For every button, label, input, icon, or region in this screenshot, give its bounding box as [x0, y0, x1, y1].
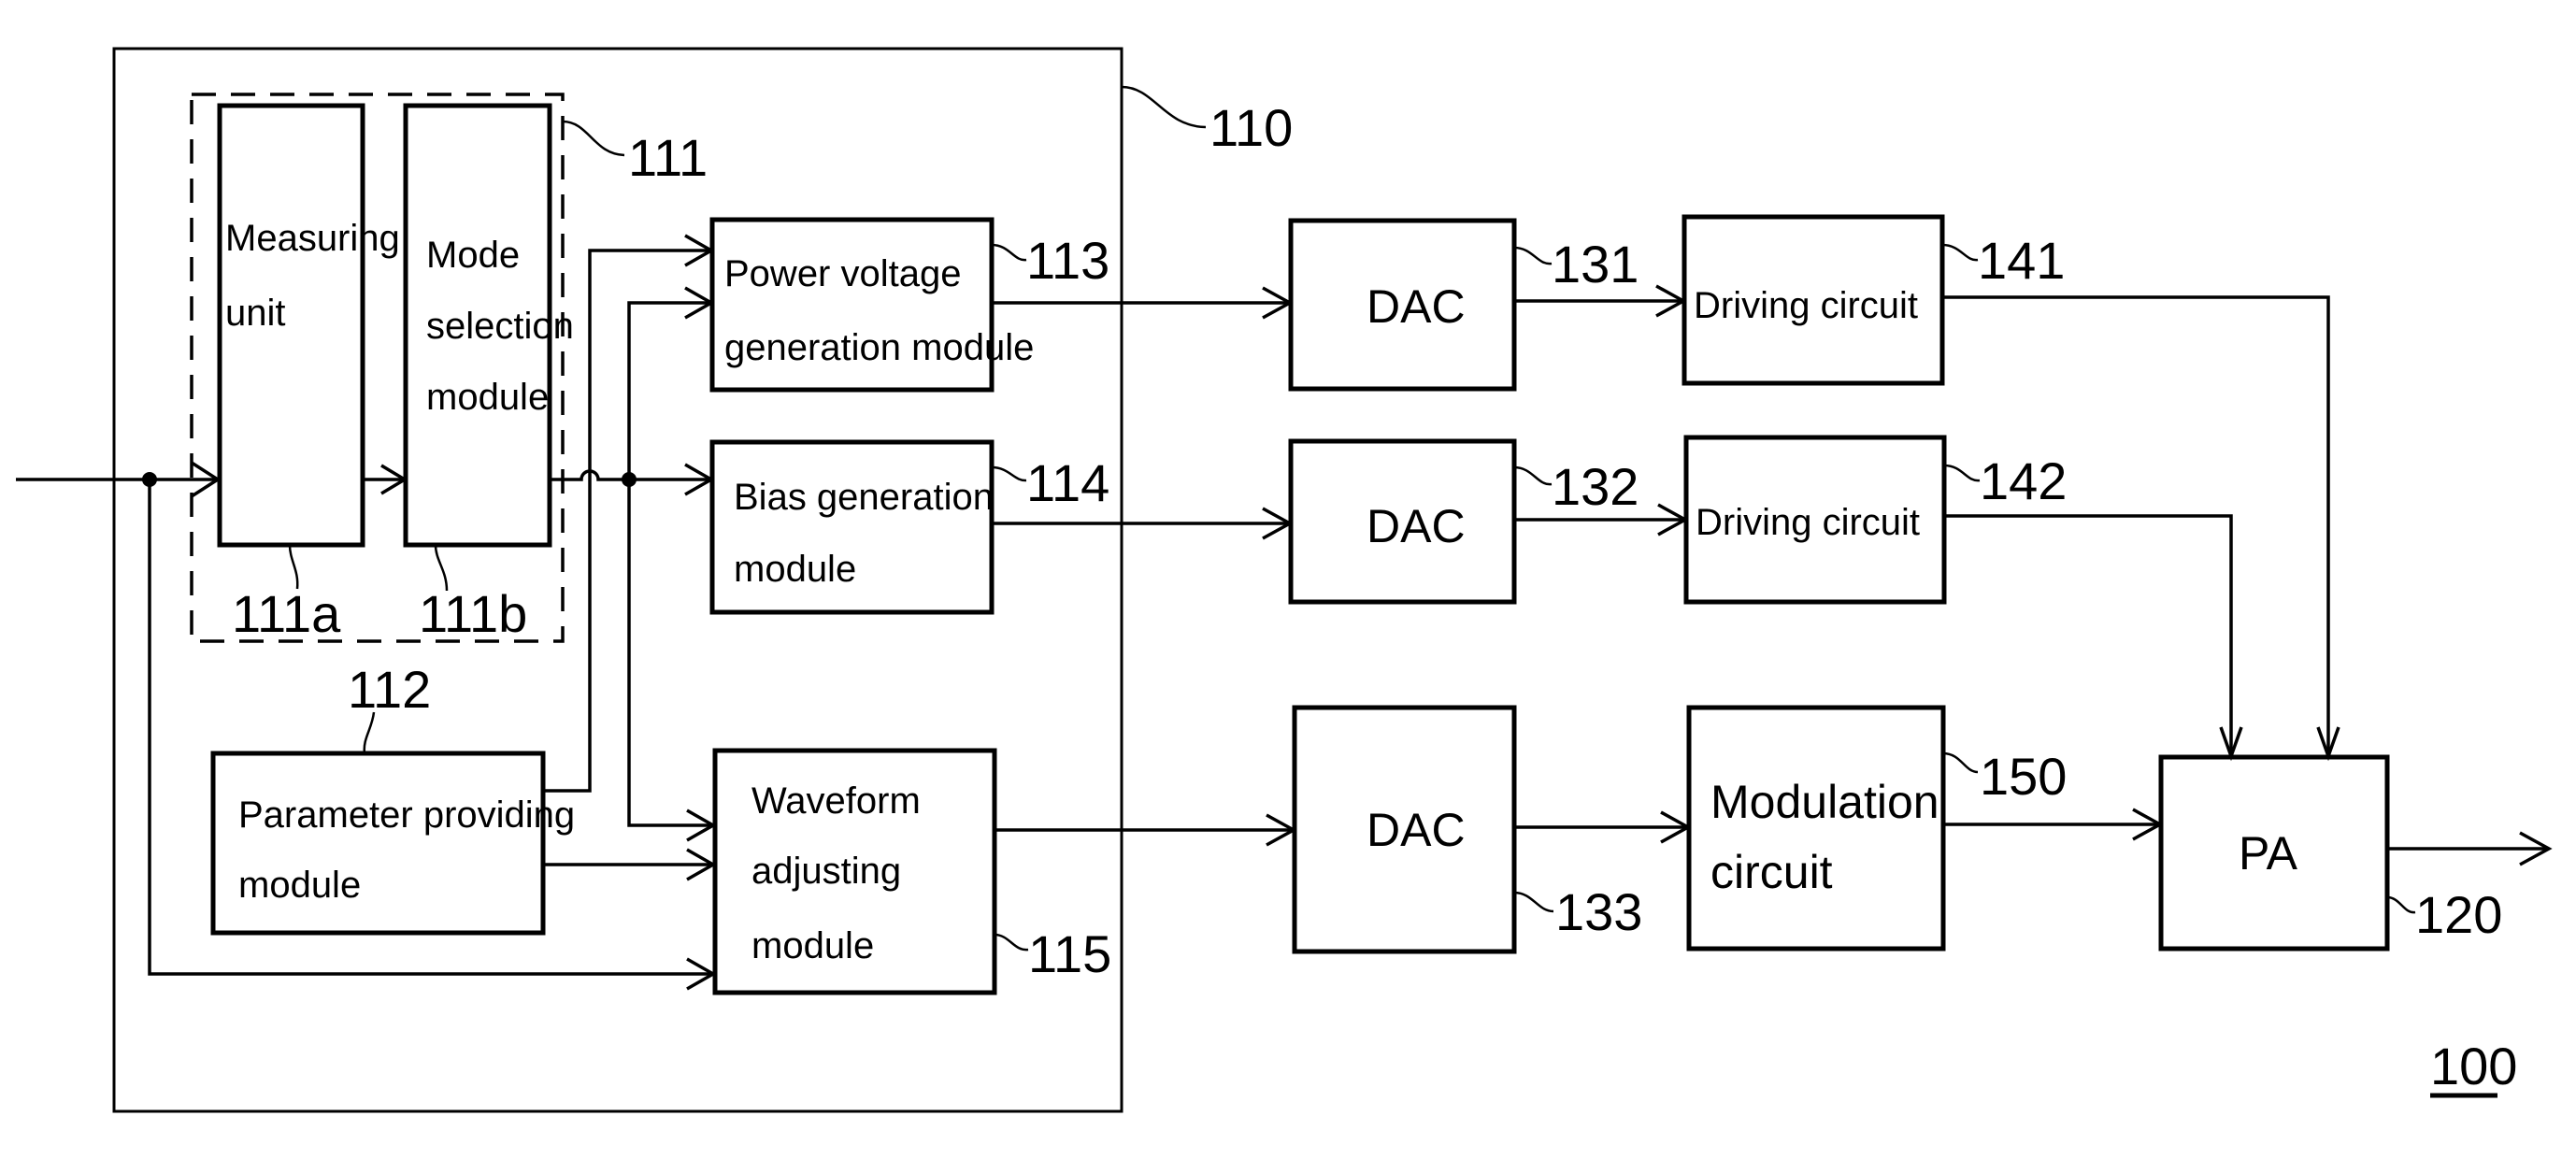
modulation-circuit-label-1: Modulation [1710, 776, 1939, 828]
ref-110: 110 [1209, 98, 1293, 157]
leader-142 [1943, 464, 1981, 482]
parameter-providing-label-2: module [238, 865, 361, 906]
parameter-providing-block: Parameter providing module [210, 751, 575, 936]
leader-110 [1121, 85, 1207, 129]
bias-generation-label-1: Bias generation [734, 477, 994, 518]
leader-113 [991, 243, 1027, 262]
modulation-circuit-block: Modulation circuit [1686, 705, 1946, 952]
figure-ref-100: 100 [2430, 1037, 2517, 1095]
wire-drive142-to-pa [1944, 514, 2233, 755]
wire-drive141-to-pa [1942, 295, 2330, 755]
waveform-adjusting-label-1: Waveform [751, 780, 921, 822]
mode-selection-label-1: Mode [426, 235, 520, 276]
ref-150: 150 [1980, 747, 2067, 806]
waveform-adjusting-label-2: adjusting [751, 851, 901, 892]
ref-131: 131 [1552, 235, 1639, 293]
ref-142: 142 [1980, 451, 2067, 510]
ref-112: 112 [348, 660, 431, 719]
pa-block: PA [2158, 754, 2390, 952]
dac-131-label: DAC [1367, 280, 1466, 333]
bias-generation-label-2: module [734, 549, 856, 590]
leader-133 [1513, 891, 1554, 913]
leader-111 [562, 120, 625, 157]
block-diagram: 110 111 Measuring unit 111a Mode selecti… [16, 47, 2553, 1113]
leader-120 [2386, 895, 2416, 914]
leader-111a [288, 544, 299, 590]
measuring-unit-label-1: Measuring [225, 218, 400, 259]
power-voltage-label-1: Power voltage [724, 253, 961, 294]
modulation-circuit-label-2: circuit [1710, 846, 1833, 898]
mode-selection-block: Mode selection module [403, 103, 574, 548]
leader-132 [1513, 465, 1553, 486]
mode-selection-label-3: module [426, 377, 549, 418]
dac-132-block: DAC [1288, 438, 1517, 605]
bias-generation-block: Bias generation module [709, 439, 995, 615]
dac-131-block: DAC [1288, 218, 1517, 392]
dac-133-label: DAC [1367, 804, 1466, 856]
waveform-adjusting-label-3: module [751, 925, 874, 966]
dac-132-label: DAC [1367, 500, 1466, 552]
ref-141: 141 [1978, 231, 2065, 290]
mode-selection-label-2: selection [426, 306, 574, 347]
leader-115 [994, 933, 1029, 952]
driving-circuit-142-label: Driving circuit [1696, 502, 1920, 543]
driving-circuit-141-block: Driving circuit [1682, 214, 1945, 386]
waveform-adjusting-block: Waveform adjusting module [712, 748, 997, 995]
ref-111: 111 [628, 128, 708, 187]
leader-141 [1941, 243, 1979, 262]
driving-circuit-141-label: Driving circuit [1694, 285, 1918, 326]
parameter-providing-label-1: Parameter providing [238, 794, 575, 836]
driving-circuit-142-block: Driving circuit [1683, 435, 1947, 605]
dac-133-block: DAC [1292, 705, 1517, 954]
ref-113: 113 [1026, 231, 1109, 290]
wire-mode-to-waveform [627, 479, 712, 827]
leader-150 [1942, 751, 1979, 774]
ref-111a: 111a [232, 584, 341, 643]
ref-111b: 111b [419, 584, 527, 643]
ref-133: 133 [1555, 882, 1642, 941]
ref-132: 132 [1552, 457, 1639, 516]
measuring-unit-label-2: unit [225, 293, 286, 334]
leader-114 [991, 465, 1027, 482]
power-voltage-label-2: generation module [724, 327, 1034, 368]
pa-label: PA [2239, 827, 2298, 880]
ref-114: 114 [1026, 453, 1109, 512]
ref-120: 120 [2415, 885, 2502, 944]
leader-131 [1513, 246, 1553, 265]
power-voltage-block: Power voltage generation module [709, 217, 1034, 393]
ref-115: 115 [1028, 924, 1111, 983]
wire-mode-to-power [627, 301, 710, 479]
